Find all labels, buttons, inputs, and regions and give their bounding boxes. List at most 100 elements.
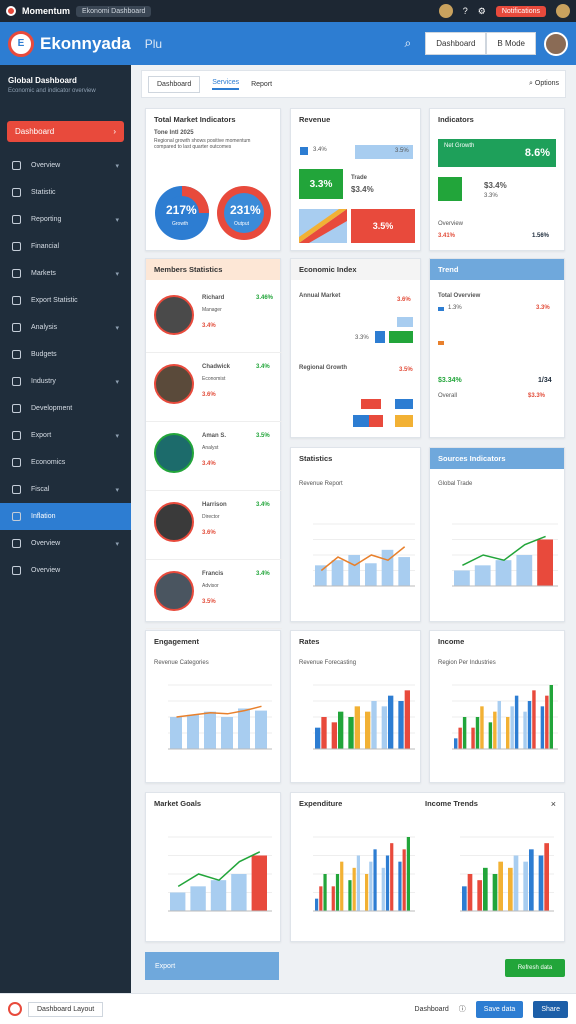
close-icon[interactable]: ×	[551, 799, 556, 809]
member-row[interactable]: Aman S. Analyst 3.4% 3.5%	[146, 425, 282, 491]
mini-box-2[interactable]	[369, 415, 383, 427]
sidebar-item[interactable]: Industry ▾	[0, 368, 131, 395]
mini-box-1[interactable]	[353, 415, 369, 427]
card-subtitle: Global Trade	[438, 481, 473, 487]
sidebar-item-label: Overview	[31, 540, 61, 547]
top-bar-search[interactable]: Ekonomi Dashboard	[76, 5, 152, 17]
options-button[interactable]: ⌕ Options	[529, 80, 559, 88]
member-name: Harrison	[202, 502, 227, 508]
dashboard-button[interactable]: Dashboard	[425, 32, 487, 55]
save-button[interactable]: Save data	[475, 1000, 524, 1018]
card-title: Engagement	[154, 637, 200, 646]
menu-icon	[12, 269, 21, 278]
market-goals-chart	[168, 836, 272, 912]
member-row[interactable]: Richard Manager 3.4% 3.46%	[146, 287, 282, 353]
sidebar-item[interactable]: Export ▾	[0, 422, 131, 449]
sidebar-item[interactable]: Budgets	[0, 341, 131, 368]
total-overview-label: Total Overview	[438, 293, 481, 299]
sidebar-item-label: Inflation	[31, 513, 56, 520]
menu-icon	[12, 458, 21, 467]
avatar[interactable]	[544, 31, 568, 56]
annual-market-sub: 3.3%	[355, 335, 369, 341]
sidebar-item[interactable]: Overview ▾	[0, 530, 131, 557]
sidebar-item-label: Financial	[31, 243, 60, 250]
profile-avatar[interactable]	[556, 4, 570, 18]
member-row[interactable]: Francis Advisor 3.5% 3.4%	[146, 563, 282, 629]
member-name: Richard	[202, 295, 225, 301]
chart-bar	[523, 711, 527, 749]
sidebar-item-label: Overview	[31, 567, 61, 574]
footer-label[interactable]: Dashboard Layout	[28, 1001, 104, 1017]
chart-bar	[474, 565, 491, 586]
chart-bar	[365, 711, 371, 749]
sidebar-item[interactable]: Financial	[0, 233, 131, 260]
chart-bar	[356, 855, 360, 911]
member-score: 3.5%	[256, 433, 270, 439]
info-icon[interactable]: ⓘ	[459, 1004, 466, 1014]
sidebar-item[interactable]: Analysis ▾	[0, 314, 131, 341]
chart-bar	[462, 886, 467, 911]
sidebar-item[interactable]: Overview	[0, 557, 131, 584]
tab-report[interactable]: Report	[251, 81, 272, 88]
sidebar-item-label: Analysis	[31, 324, 58, 331]
sidebar-item[interactable]: Statistic	[0, 179, 131, 206]
mode-button[interactable]: B Mode	[486, 32, 536, 55]
footer: Dashboard Layout Dashboard ⓘ Save data S…	[0, 993, 576, 1024]
header-buttons: Dashboard B Mode	[425, 32, 536, 55]
sidebar-item[interactable]: Overview ▾	[0, 152, 131, 179]
sidebar-item[interactable]: Economics	[0, 449, 131, 476]
sidebar-item[interactable]: Markets ▾	[0, 260, 131, 287]
chart-bar	[488, 722, 493, 749]
card-title: Statistics	[299, 454, 333, 463]
chart-bar	[404, 690, 410, 749]
overview-label: Overview	[438, 221, 464, 227]
question-icon[interactable]: ?	[463, 6, 468, 16]
sidebar-item[interactable]: Fiscal ▾	[0, 476, 131, 503]
sidebar-item[interactable]: Inflation	[0, 503, 131, 530]
search-icon[interactable]: ⌕	[405, 36, 412, 51]
footer-logo-icon	[8, 1002, 22, 1016]
chart-bar	[315, 898, 319, 911]
chart-bar	[348, 717, 354, 749]
chart-bar	[508, 867, 513, 911]
overview-value-2: 1.56%	[532, 233, 550, 239]
user-avatar-icon[interactable]	[438, 4, 453, 18]
menu-icon	[12, 188, 21, 197]
chart-bar	[315, 727, 321, 749]
sidebar-item[interactable]: Export Statistic	[0, 287, 131, 314]
chevron-down-icon: ▾	[115, 378, 119, 386]
refresh-button[interactable]: Refresh data	[505, 959, 565, 977]
notification-badge[interactable]: Notifications	[495, 5, 546, 17]
gear-icon[interactable]: ⚙	[478, 6, 486, 17]
net-growth-label: Net Growth	[444, 143, 475, 149]
member-row[interactable]: Chadwick Economist 3.6% 3.4%	[146, 356, 282, 422]
member-row[interactable]: Harrison Director 3.6% 3.4%	[146, 494, 282, 560]
mini-box-3[interactable]	[395, 415, 413, 427]
revenue-value-2: 3.5%	[395, 148, 409, 154]
sidebar-item[interactable]: Reporting ▾	[0, 206, 131, 233]
chart-bar	[538, 855, 544, 911]
statistics-chart	[313, 523, 415, 587]
statistics-chart-card: Statistics Revenue Report	[290, 447, 421, 622]
chart-bar	[498, 861, 503, 911]
sidebar-primary-button[interactable]: Dashboard ›	[7, 121, 124, 142]
chart-bar	[492, 874, 498, 911]
chart-bar	[255, 710, 267, 749]
tab-services[interactable]: Services	[212, 79, 240, 90]
chart-bar	[493, 711, 497, 749]
chart-bar	[523, 861, 528, 911]
trend-value-3: $3.34%	[438, 377, 462, 384]
sidebar-item-label: Statistic	[31, 189, 56, 196]
expenditure-chart	[313, 836, 415, 912]
share-button[interactable]: Share	[533, 1000, 568, 1018]
avatar	[154, 295, 194, 335]
member-value: 3.4%	[202, 323, 216, 329]
menu-icon	[12, 215, 21, 224]
market-goals-card: Market Goals	[145, 792, 281, 942]
card-title: Sources Indicators	[430, 448, 564, 469]
sidebar-item[interactable]: Development	[0, 395, 131, 422]
view-select[interactable]: Dashboard	[148, 75, 201, 93]
chart-bar	[348, 880, 352, 911]
chart-bar	[513, 855, 519, 911]
export-button[interactable]: Export	[145, 952, 279, 980]
